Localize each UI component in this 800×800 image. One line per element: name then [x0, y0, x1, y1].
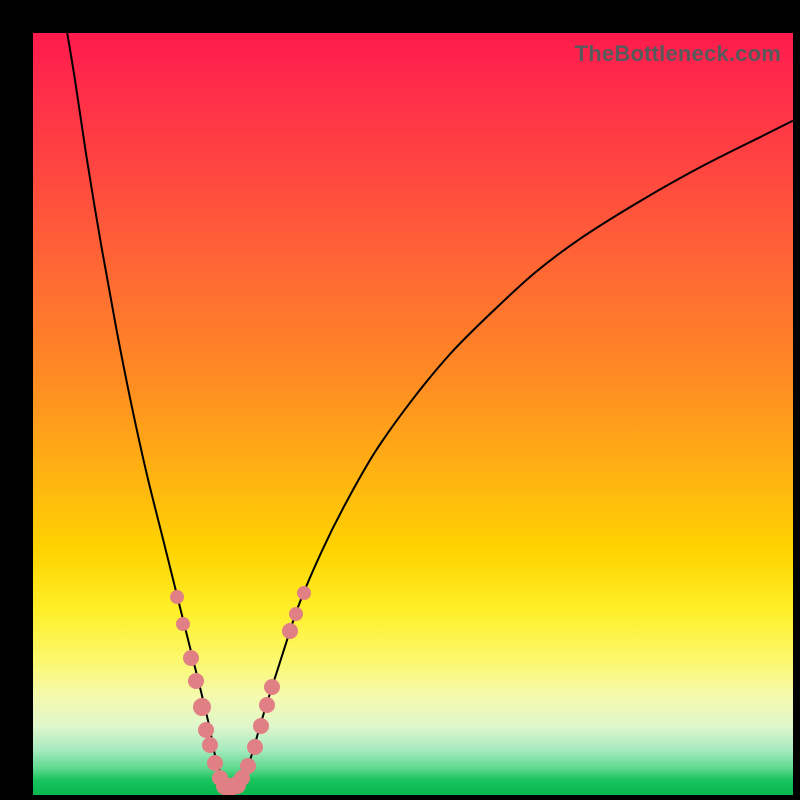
highlight-dot — [297, 586, 311, 600]
highlight-dot — [176, 617, 190, 631]
highlight-dot — [170, 590, 184, 604]
highlight-dot — [247, 739, 263, 755]
highlight-dot — [183, 650, 199, 666]
highlight-dot — [282, 623, 298, 639]
highlight-dot — [193, 698, 211, 716]
plot-area: TheBottleneck.com — [33, 33, 793, 795]
highlight-dot — [289, 607, 303, 621]
bottleneck-curve — [33, 33, 793, 795]
highlight-dot — [202, 737, 218, 753]
highlight-dot — [207, 755, 223, 771]
watermark-text: TheBottleneck.com — [575, 41, 781, 67]
highlight-dot — [259, 697, 275, 713]
highlight-dot — [253, 718, 269, 734]
chart-frame: TheBottleneck.com — [0, 0, 800, 800]
highlight-dot — [198, 722, 214, 738]
highlight-dot — [188, 673, 204, 689]
highlight-dot — [264, 679, 280, 695]
highlight-dot — [240, 758, 256, 774]
